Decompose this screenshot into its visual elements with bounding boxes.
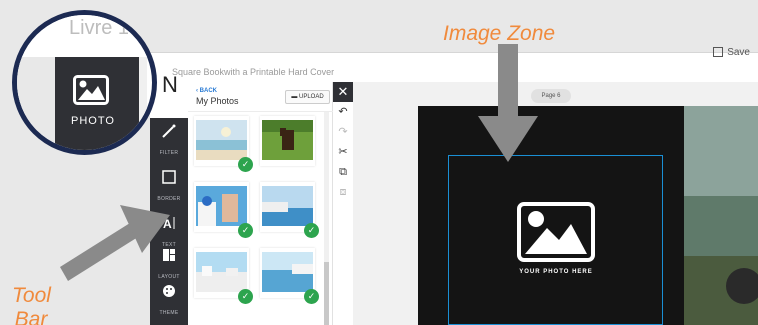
zoom-magnifier: Livre 1 PHOTO ✦✧✦	[12, 10, 157, 155]
coast-photo	[262, 186, 313, 226]
upload-label: UPLOAD	[298, 94, 324, 100]
project-subtitle: Square Bookwith a Printable Hard Cover	[172, 67, 335, 77]
border-icon	[162, 170, 176, 184]
panel-title: My Photos	[196, 96, 239, 106]
zoom-header: Livre 1	[17, 15, 152, 57]
seaside-photo	[262, 252, 313, 292]
image-drop-zone[interactable]: YOUR PHOTO HERE	[448, 155, 663, 325]
zoom-scrollbar	[139, 57, 147, 150]
copy-icon[interactable]: ⧉	[333, 162, 353, 182]
used-check-icon: ✓	[304, 223, 319, 238]
image-zone-callout: Image Zone	[443, 22, 556, 45]
panel-scrollbar[interactable]	[324, 112, 329, 325]
back-label: BACK	[199, 88, 218, 94]
tool-label: THEME	[159, 310, 179, 316]
zoom-photo-tool[interactable]: PHOTO ✦✧✦	[55, 57, 139, 150]
photos-panel: ‹ BACK My Photos ▬ UPLOAD ✓ ✓ ✓ ✓ ✓	[188, 82, 333, 325]
used-check-icon: ✓	[304, 289, 319, 304]
photo-thumb-village[interactable]: ✓	[194, 248, 253, 304]
used-check-icon: ✓	[238, 223, 253, 238]
save-button[interactable]: Save	[713, 47, 750, 58]
top-bar: Square Bookwith a Printable Hard Cover S…	[150, 47, 758, 83]
used-check-icon: ✓	[238, 289, 253, 304]
project-title-fragment: N	[162, 72, 178, 97]
image-zone-arrow-icon	[478, 44, 538, 162]
photo-placeholder-icon	[517, 202, 595, 262]
paste-icon[interactable]: ⧈	[333, 182, 353, 202]
redo-icon[interactable]: ↷	[333, 122, 353, 142]
close-icon: ✕	[337, 84, 349, 99]
palette-icon	[163, 285, 175, 297]
adjacent-page-photo	[684, 106, 758, 325]
panel-header: ‹ BACK My Photos ▬ UPLOAD	[188, 82, 333, 112]
zoom-photo-label: PHOTO	[71, 115, 115, 127]
santorini-photo	[196, 186, 247, 226]
edit-strip: ↶ ↷ ✂ ⧉ ⧈	[333, 102, 353, 212]
canvas-area: Page 6 YOUR PHOTO HERE	[353, 82, 758, 325]
tool-bar-callout: Tool Bar	[12, 284, 51, 325]
close-panel-button[interactable]: ✕	[333, 82, 353, 102]
magic-wand-icon	[162, 124, 176, 138]
photo-thumb-seaside[interactable]: ✓	[260, 248, 319, 304]
tool-bar-arrow-icon	[60, 205, 170, 281]
tool-label: FILTER	[159, 150, 179, 156]
upload-button[interactable]: ▬ UPLOAD	[285, 90, 330, 104]
tool-filter[interactable]: FILTER	[150, 118, 188, 164]
photo-thumb-coast[interactable]: ✓	[260, 182, 319, 238]
village-photo	[196, 252, 247, 292]
zoom-left-area	[17, 57, 55, 150]
undo-icon[interactable]: ↶	[333, 102, 353, 122]
placeholder-text: YOUR PHOTO HERE	[519, 269, 593, 275]
beach-photo	[196, 120, 247, 160]
panel-scroll-thumb[interactable]	[324, 262, 329, 325]
used-check-icon: ✓	[238, 157, 253, 172]
photo-thumb-santorini[interactable]: ✓	[194, 182, 253, 238]
save-label: Save	[727, 47, 750, 58]
photo-icon	[73, 75, 109, 105]
horse-photo	[262, 120, 313, 160]
zoom-title-fragment: Livre 1	[69, 17, 130, 39]
photo-thumb-horse[interactable]	[260, 116, 315, 166]
cut-icon[interactable]: ✂	[333, 142, 353, 162]
photo-thumb-beach[interactable]: ✓	[194, 116, 253, 172]
save-icon	[713, 47, 724, 58]
back-link[interactable]: ‹ BACK	[196, 88, 217, 94]
photo-placeholder: YOUR PHOTO HERE	[517, 202, 595, 278]
